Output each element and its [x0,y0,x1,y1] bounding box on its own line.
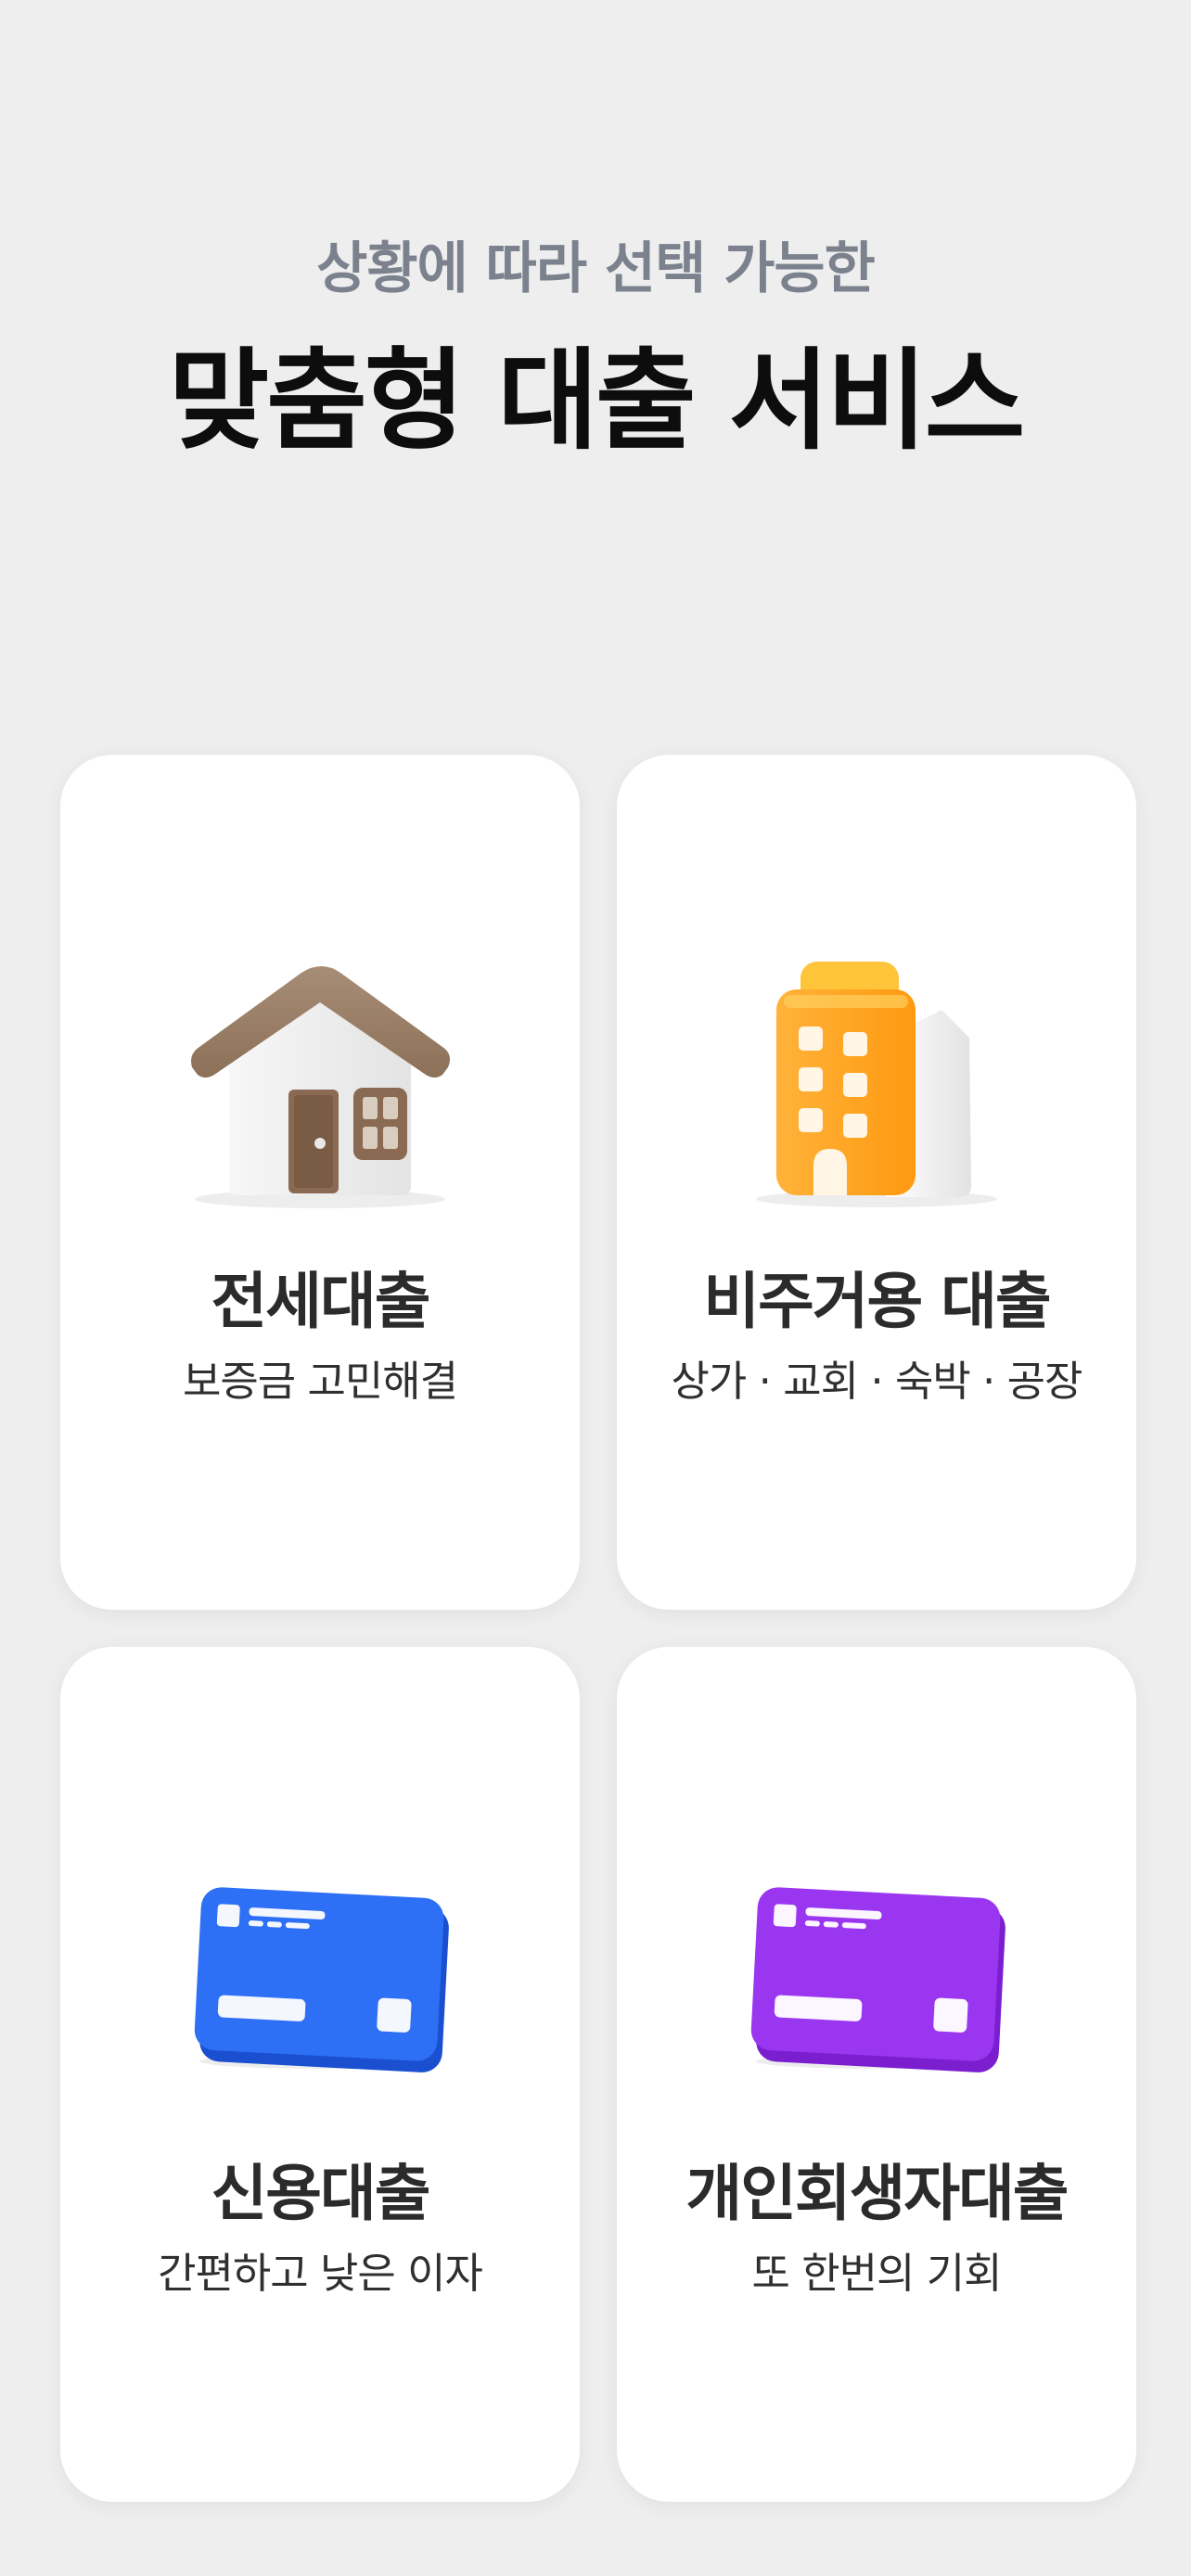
card-title: 개인회생자대출 [685,2158,1069,2229]
card-title: 전세대출 [211,1266,431,1337]
loan-card-credit[interactable]: 신용대출 간편하고 낮은 이자 [60,1647,580,2502]
card-title: 신용대출 [211,2158,431,2229]
loan-card-rehabilitation[interactable]: 개인회생자대출 또 한번의 기회 [617,1647,1136,2502]
loan-card-jeonse[interactable]: 전세대출 보증금 고민해결 [60,755,580,1610]
card-description: 상가 · 교회 · 숙박 · 공장 [671,1357,1083,1406]
card-description: 또 한번의 기회 [751,2249,1002,2298]
credit-card-icon [60,1828,580,2106]
card-description: 보증금 고민해결 [182,1357,458,1406]
credit-card-icon [617,1828,1136,2106]
house-icon [60,936,580,1214]
card-title: 비주거용 대출 [703,1266,1051,1337]
page-title: 맞춤형 대출 서비스 [168,337,1026,465]
page-subtitle: 상황에 따라 선택 가능한 [316,236,876,301]
building-icon [617,936,1136,1214]
loan-card-non-residential[interactable]: 비주거용 대출 상가 · 교회 · 숙박 · 공장 [617,755,1136,1610]
card-description: 간편하고 낮은 이자 [158,2249,483,2298]
